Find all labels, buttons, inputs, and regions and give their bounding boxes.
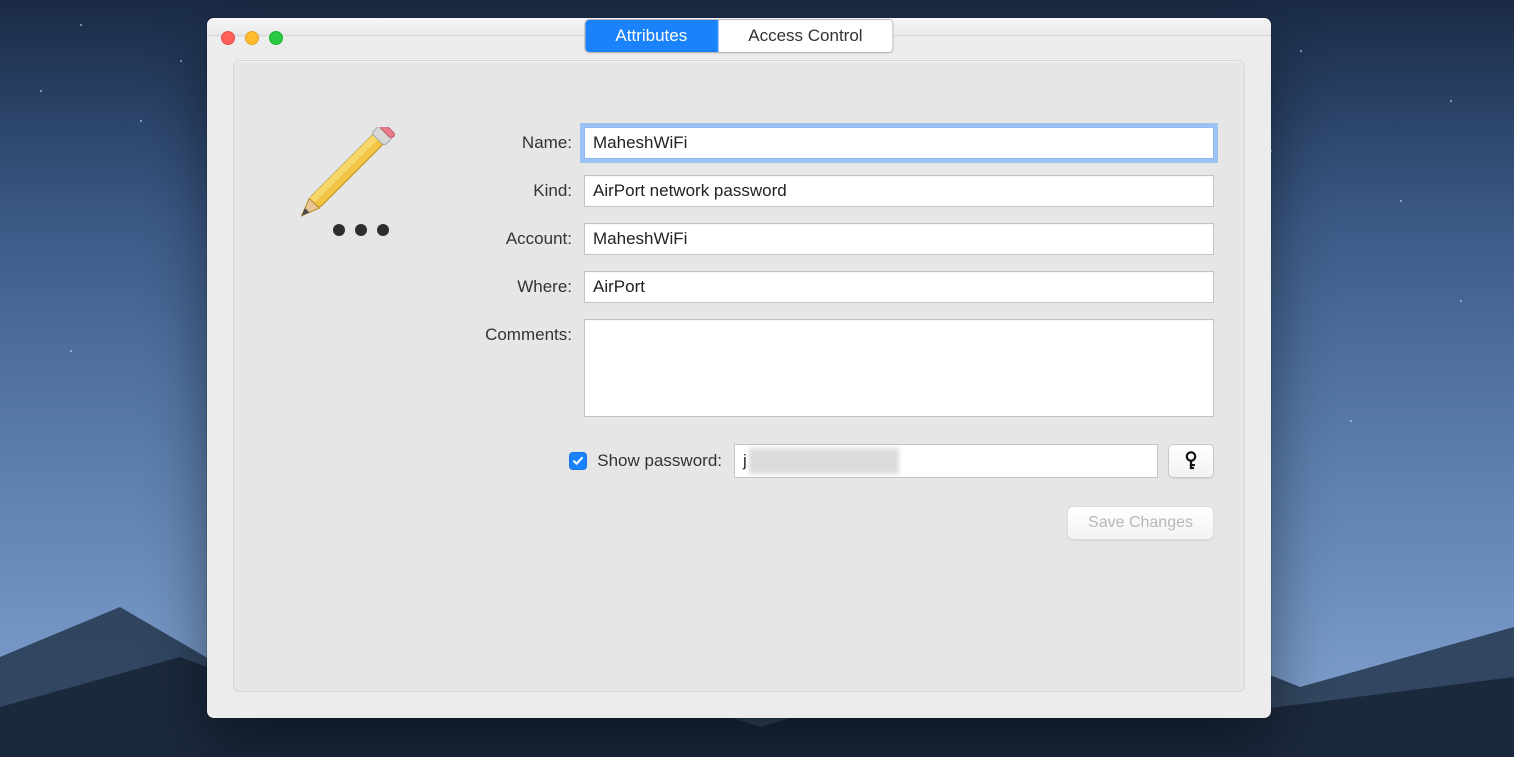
label-kind: Kind:	[414, 175, 584, 201]
content-panel: Name: Kind: Account: Where:	[233, 60, 1245, 692]
label-comments: Comments:	[414, 319, 584, 345]
label-name: Name:	[414, 127, 584, 153]
where-field[interactable]	[584, 271, 1214, 303]
checkmark-icon	[572, 455, 584, 467]
password-key-button[interactable]	[1168, 444, 1214, 478]
desktop-background: MaheshWiFi Attributes Access Control	[0, 0, 1514, 757]
tab-access-control[interactable]: Access Control	[717, 20, 892, 52]
tab-segmented-control: Attributes Access Control	[584, 19, 893, 53]
account-field[interactable]	[584, 223, 1214, 255]
password-field[interactable]: j	[734, 444, 1158, 478]
label-where: Where:	[414, 271, 584, 297]
password-visible-prefix: j	[743, 451, 747, 471]
keychain-item-window: MaheshWiFi Attributes Access Control	[207, 18, 1271, 718]
key-icon	[1182, 451, 1200, 471]
password-redacted-region	[749, 448, 899, 474]
comments-field[interactable]	[584, 319, 1214, 417]
name-field[interactable]	[584, 127, 1214, 159]
show-password-checkbox[interactable]	[569, 452, 587, 470]
save-changes-button[interactable]: Save Changes	[1067, 506, 1214, 540]
tab-attributes[interactable]: Attributes	[585, 20, 717, 52]
kind-field[interactable]	[584, 175, 1214, 207]
password-item-icon	[279, 127, 399, 247]
label-account: Account:	[414, 223, 584, 249]
label-show-password[interactable]: Show password:	[597, 451, 722, 471]
